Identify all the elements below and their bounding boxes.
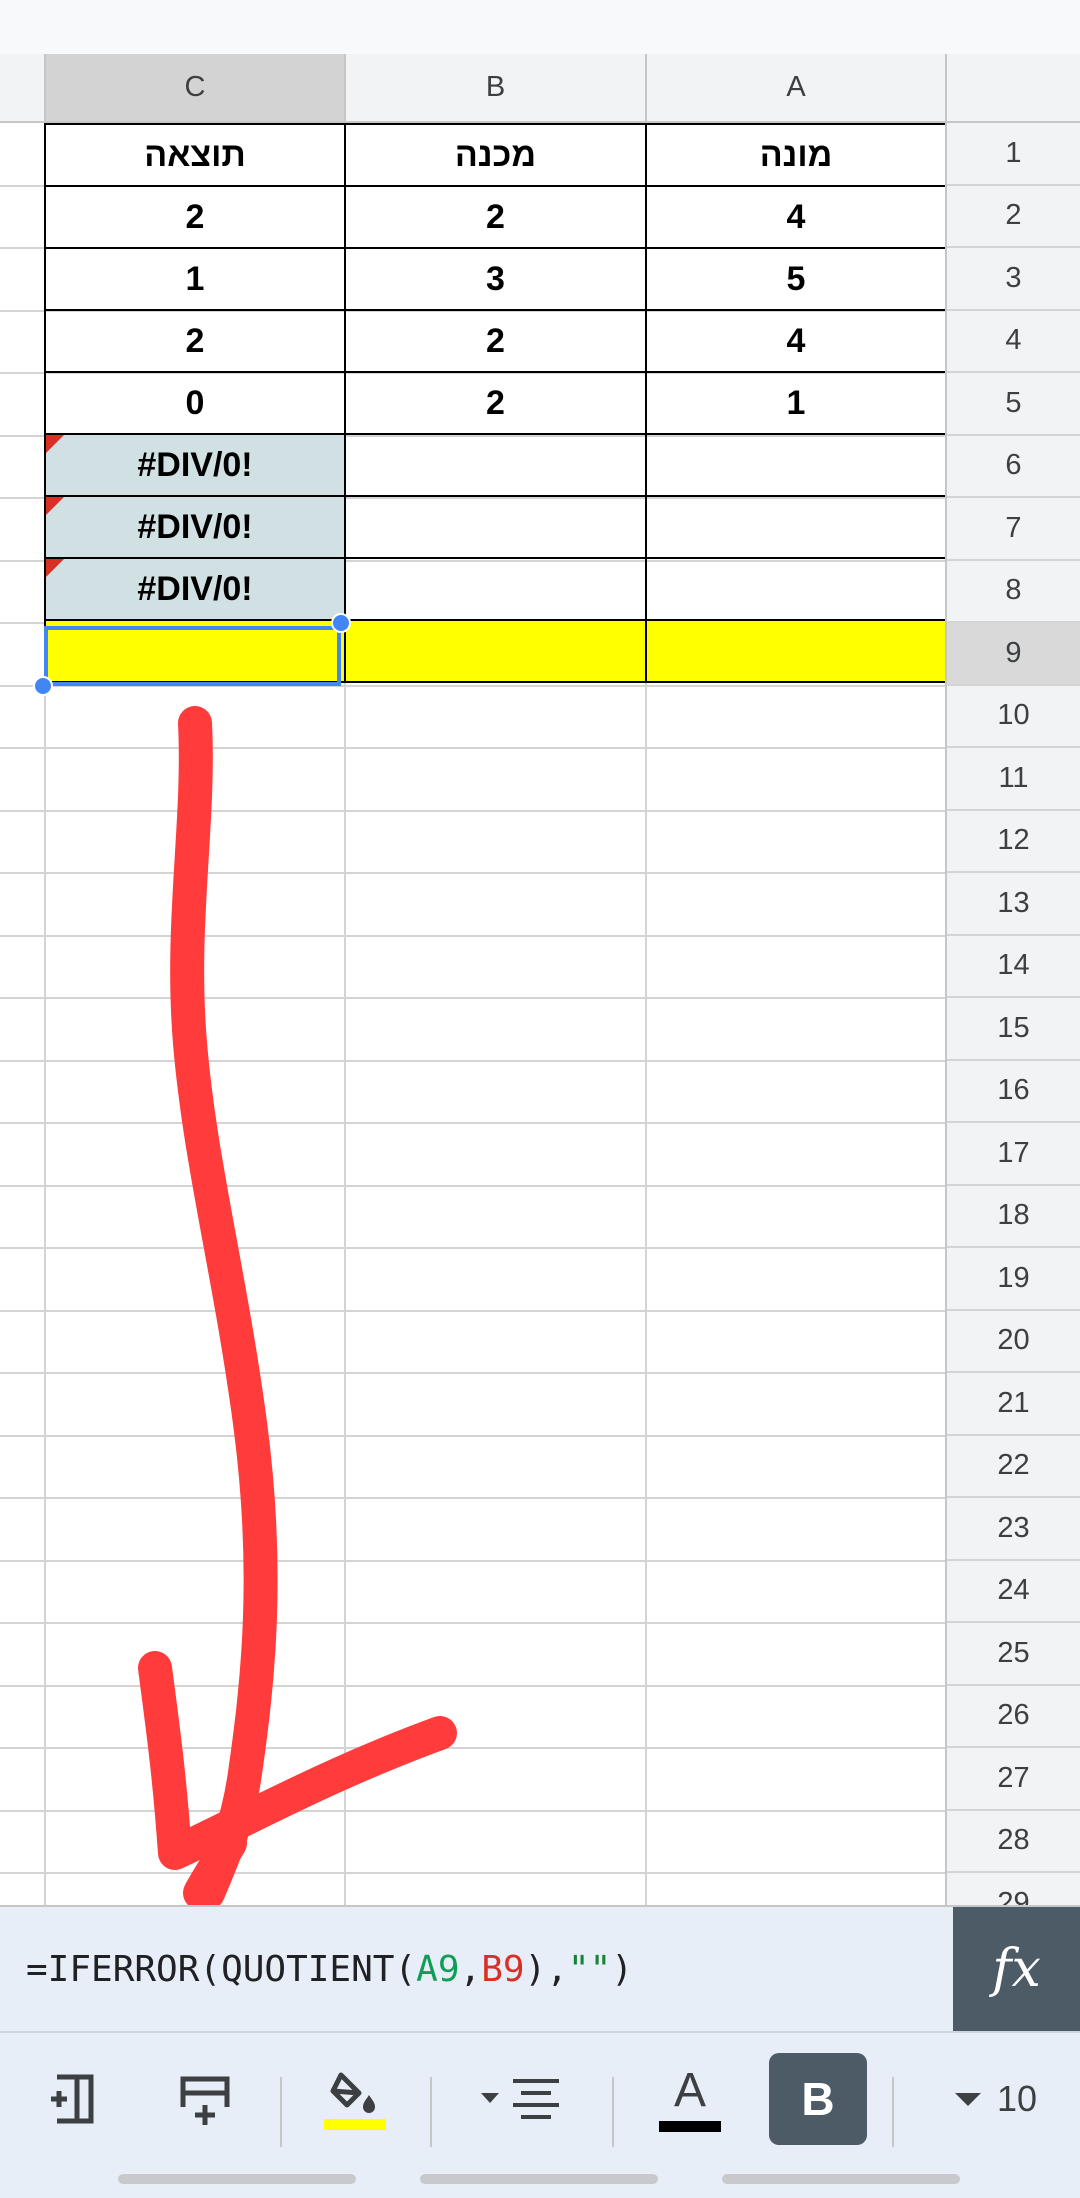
row-number-29[interactable]: 29	[947, 1873, 1080, 1905]
row-number-column: 1 2 3 4 5 6 7 8 9 10 11 12 13 14 15 16 17 18 19 20 21 22 23 24 2…	[945, 123, 1080, 1905]
arrowhead-path	[138, 1651, 457, 1870]
fx-button[interactable]: fx	[953, 1907, 1080, 2031]
row-number-11[interactable]: 11	[947, 748, 1080, 811]
row-number-15[interactable]: 15	[947, 998, 1080, 1061]
column-header-bar: C B A	[0, 54, 1080, 123]
row-number-12[interactable]: 12	[947, 811, 1080, 873]
formula-bar[interactable]: =IFERROR(QUOTIENT(A9, B9), "") fx	[0, 1905, 1080, 2031]
row-number-23[interactable]: 23	[947, 1498, 1080, 1561]
toolbar-separator	[892, 2077, 894, 2147]
row-number-26[interactable]: 26	[947, 1686, 1080, 1748]
row-number-10[interactable]: 10	[947, 686, 1080, 748]
column-header-a[interactable]: A	[645, 54, 945, 121]
insert-row-button[interactable]	[160, 2053, 250, 2145]
align-dropdown-button[interactable]	[470, 2053, 570, 2145]
formula-string: ""	[567, 1948, 612, 1990]
row-number-28[interactable]: 28	[947, 1811, 1080, 1873]
chevron-down-icon	[954, 2093, 981, 2106]
row-number-1[interactable]: 1	[947, 123, 1080, 186]
formula-middle: ),	[524, 1948, 568, 1990]
fill-color-button[interactable]	[310, 2053, 400, 2145]
bold-button[interactable]: B	[769, 2053, 867, 2145]
corner-header[interactable]	[945, 54, 1080, 121]
row-number-19[interactable]: 19	[947, 1248, 1080, 1311]
row-number-27[interactable]: 27	[947, 1748, 1080, 1811]
row-number-13[interactable]: 13	[947, 873, 1080, 936]
row-number-25[interactable]: 25	[947, 1623, 1080, 1686]
row-number-24[interactable]: 24	[947, 1561, 1080, 1623]
handle-pill	[118, 2174, 356, 2184]
bold-icon: B	[801, 2073, 835, 2125]
top-strip	[0, 0, 1080, 54]
row-number-22[interactable]: 22	[947, 1436, 1080, 1498]
fill-color-swatch	[324, 2118, 386, 2130]
insert-column-icon	[51, 2074, 94, 2124]
text-color-icon: A	[673, 2063, 706, 2117]
row-number-6[interactable]: 6	[947, 436, 1080, 498]
font-size-dropdown[interactable]: 10	[930, 2053, 1060, 2145]
text-color-swatch	[659, 2120, 721, 2132]
toolbar-separator	[430, 2077, 432, 2147]
align-center-icon	[481, 2079, 559, 2119]
row-number-9[interactable]: 9	[947, 623, 1080, 686]
paint-bucket-icon	[330, 2072, 375, 2113]
column-header-c[interactable]: C	[44, 54, 344, 121]
text-color-button[interactable]: A	[650, 2053, 730, 2145]
formula-ref-b9: B9	[481, 1948, 525, 1990]
row-number-4[interactable]: 4	[947, 311, 1080, 373]
insert-row-icon	[180, 2076, 230, 2125]
row-number-3[interactable]: 3	[947, 248, 1080, 311]
row-number-14[interactable]: 14	[947, 936, 1080, 998]
row-number-17[interactable]: 17	[947, 1123, 1080, 1186]
formula-prefix: =IFERROR(QUOTIENT(	[26, 1948, 417, 1990]
formula-input[interactable]: =IFERROR(QUOTIENT(A9, B9), "")	[26, 1907, 633, 2031]
fx-icon: fx	[992, 1939, 1041, 1999]
row-number-18[interactable]: 18	[947, 1186, 1080, 1248]
handle-pill	[420, 2174, 658, 2184]
font-size-value: 10	[996, 2078, 1038, 2119]
row-number-20[interactable]: 20	[947, 1311, 1080, 1373]
formula-suffix: )	[611, 1948, 633, 1990]
toolbar-separator	[280, 2077, 282, 2147]
row-number-16[interactable]: 16	[947, 1061, 1080, 1123]
formula-ref-a9: A9	[416, 1948, 460, 1990]
handle-pill	[722, 2174, 960, 2184]
insert-column-button[interactable]	[30, 2053, 120, 2145]
row-number-8[interactable]: 8	[947, 561, 1080, 623]
annotation-arrowhead	[138, 1651, 457, 1905]
formula-comma: ,	[459, 1948, 482, 1990]
row-number-21[interactable]: 21	[947, 1373, 1080, 1436]
toolbar-separator	[612, 2077, 614, 2147]
column-header-b[interactable]: B	[344, 54, 645, 121]
row-number-5[interactable]: 5	[947, 373, 1080, 436]
row-number-7[interactable]: 7	[947, 498, 1080, 561]
row-number-2[interactable]: 2	[947, 186, 1080, 248]
format-toolbar: A B 10	[0, 2031, 1080, 2198]
